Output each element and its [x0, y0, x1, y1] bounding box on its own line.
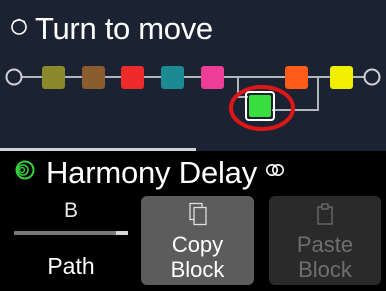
block-slot-2[interactable]: [82, 66, 105, 89]
stereo-icon: [265, 163, 285, 182]
path-control[interactable]: B Path: [12, 195, 130, 285]
copy-label-line2: Block: [170, 257, 225, 282]
block-slot-8[interactable]: [330, 66, 353, 89]
selected-block[interactable]: [249, 95, 271, 117]
copy-icon: [188, 202, 208, 231]
path-slider-track[interactable]: [14, 231, 128, 235]
copy-label-line1: Copy: [171, 232, 224, 257]
block-slot-7[interactable]: [285, 66, 308, 89]
block-slot-4[interactable]: [161, 66, 184, 89]
paste-icon: [315, 202, 335, 231]
copy-block-button[interactable]: Copy Block: [141, 196, 254, 285]
paste-label-line2: Block: [298, 257, 352, 282]
block-name: Harmony Delay: [46, 154, 258, 190]
input-node[interactable]: [5, 68, 23, 86]
paste-label-line1: Paste: [296, 232, 354, 257]
signal-chain: [5, 66, 381, 131]
path-slider-thumb[interactable]: [116, 231, 128, 235]
block-slot-3[interactable]: [121, 66, 144, 89]
path-label: Path: [47, 253, 95, 279]
block-on-icon[interactable]: [12, 159, 38, 186]
block-header: Harmony Delay: [12, 152, 285, 192]
paste-block-button[interactable]: Paste Block: [269, 196, 381, 285]
block-slot-1[interactable]: [42, 66, 65, 89]
path-value: B: [63, 199, 78, 222]
block-slot-5[interactable]: [201, 66, 224, 89]
output-node[interactable]: [363, 68, 381, 86]
